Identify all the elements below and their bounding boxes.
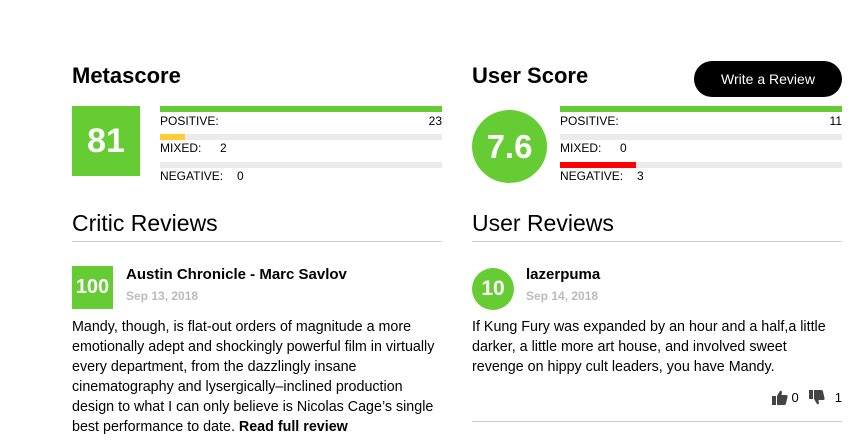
negative-label: NEGATIVE: <box>560 169 624 183</box>
negative-count: 3 <box>637 169 644 183</box>
helpful-votes: 0 1 <box>771 390 842 405</box>
user-review-score: 10 <box>472 268 514 310</box>
metascore-heading: Metascore <box>72 63 181 88</box>
divider <box>472 241 842 242</box>
critic-reviews-heading: Critic Reviews <box>72 210 218 236</box>
negative-bar <box>160 162 442 168</box>
divider <box>472 421 842 422</box>
positive-bar <box>160 106 442 112</box>
negative-bar-fill <box>560 162 637 168</box>
positive-label: POSITIVE: <box>560 114 619 128</box>
thumbs-down-count: 1 <box>834 390 842 405</box>
positive-bar <box>560 106 842 112</box>
mixed-bar <box>160 134 442 140</box>
write-review-button[interactable]: Write a Review <box>694 61 842 97</box>
critic-review-date: Sep 13, 2018 <box>126 289 199 303</box>
negative-count: 0 <box>237 169 244 183</box>
critic-review-body: Mandy, though, is flat-out orders of mag… <box>72 317 444 437</box>
mixed-label: MIXED: <box>560 141 602 155</box>
user-reviews-heading: User Reviews <box>472 210 614 236</box>
mixed-bar-fill <box>160 134 186 140</box>
metascore-badge: 81 <box>72 106 140 176</box>
positive-count: 11 <box>829 114 842 128</box>
userscore-badge: 7.6 <box>472 110 547 183</box>
mixed-count: 0 <box>620 141 627 155</box>
divider <box>72 241 442 242</box>
thumbs-up-count: 0 <box>791 390 799 405</box>
read-full-review-link[interactable]: Read full review <box>239 419 348 435</box>
critic-review-score: 100 <box>72 266 113 309</box>
mixed-count: 2 <box>220 141 227 155</box>
user-review-text: If Kung Fury was expanded by an hour and… <box>472 319 826 375</box>
user-review-author[interactable]: lazerpuma <box>526 266 600 283</box>
mixed-label: MIXED: <box>160 141 202 155</box>
negative-label: NEGATIVE: <box>160 169 224 183</box>
positive-bar-fill <box>160 106 442 112</box>
critic-review-text: Mandy, though, is flat-out orders of mag… <box>72 319 435 435</box>
userscore-heading: User Score <box>472 63 589 88</box>
positive-bar-fill <box>560 106 842 112</box>
critic-review-author[interactable]: Austin Chronicle - Marc Savlov <box>126 266 347 283</box>
positive-count: 23 <box>428 114 442 128</box>
negative-bar <box>560 162 842 168</box>
positive-label: POSITIVE: <box>160 114 219 128</box>
thumbs-up-icon[interactable] <box>771 390 788 405</box>
user-review-date: Sep 14, 2018 <box>526 289 599 303</box>
thumbs-down-icon[interactable] <box>808 390 825 405</box>
mixed-bar <box>560 134 842 140</box>
